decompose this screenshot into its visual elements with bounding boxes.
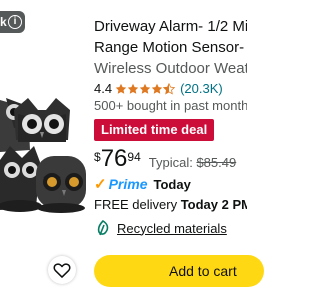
sponsored-badge-text: k xyxy=(0,15,7,29)
bought-in-past-month: 500+ bought in past month xyxy=(94,98,247,113)
prime-logo: Prime xyxy=(108,176,148,192)
wishlist-heart-button[interactable] xyxy=(48,256,76,284)
half-star-icon xyxy=(163,83,176,95)
delivery-info: FREE delivery Today 2 PM - xyxy=(94,196,247,214)
rating-count[interactable]: (20.3K) xyxy=(180,81,223,97)
delivery-prefix: FREE delivery xyxy=(94,197,178,212)
rating-value: 4.4 xyxy=(94,81,113,96)
product-title[interactable]: Driveway Alarm- 1/2 Mi Range Motion Sens… xyxy=(94,16,247,79)
heart-icon xyxy=(53,263,71,278)
prime-check-icon: ✓ xyxy=(94,176,107,193)
recycled-materials-link[interactable]: Recycled materials xyxy=(117,221,227,236)
price-whole: 76 xyxy=(100,145,128,172)
prime-row: ✓ Prime Today xyxy=(94,175,247,193)
star-rating[interactable] xyxy=(115,83,177,95)
recycled-materials-row[interactable]: Recycled materials xyxy=(94,220,247,236)
product-title-line-1[interactable]: Driveway Alarm- 1/2 Mi xyxy=(94,16,247,37)
rating-row[interactable]: 4.4 (20.3K) xyxy=(94,81,247,97)
price-row: $ 76 94 Typical: $85.49 xyxy=(94,146,247,172)
delivery-time: Today 2 PM - xyxy=(180,197,247,212)
star-icon xyxy=(151,83,163,94)
product-title-line-3[interactable]: Wireless Outdoor Weath xyxy=(94,58,247,79)
price-currency: $ xyxy=(94,150,101,164)
star-icon xyxy=(139,83,151,94)
add-to-cart-button[interactable]: Add to cart xyxy=(94,255,264,287)
owl-deterrent-photo xyxy=(0,98,86,213)
star-icon xyxy=(115,83,127,94)
product-title-line-2[interactable]: Range Motion Sensor- 1 xyxy=(94,37,247,58)
prime-delivery-day: Today xyxy=(153,176,191,192)
owl-figure-center xyxy=(14,98,70,142)
typical-price-value: $85.49 xyxy=(196,155,237,170)
typical-price-label: Typical: xyxy=(148,155,193,170)
product-details: Driveway Alarm- 1/2 Mi Range Motion Sens… xyxy=(94,16,247,236)
owl-figure-left xyxy=(0,146,42,212)
owl-figure-right xyxy=(36,156,86,213)
product-image[interactable]: k i xyxy=(0,0,86,296)
sponsored-badge[interactable]: k i xyxy=(0,11,25,33)
star-icon xyxy=(127,83,139,94)
price-fraction: 94 xyxy=(127,150,141,164)
typical-price: Typical: $85.49 xyxy=(149,155,236,170)
info-icon: i xyxy=(8,15,22,29)
leaf-icon xyxy=(97,220,109,236)
limited-time-deal-badge: Limited time deal xyxy=(94,119,215,141)
